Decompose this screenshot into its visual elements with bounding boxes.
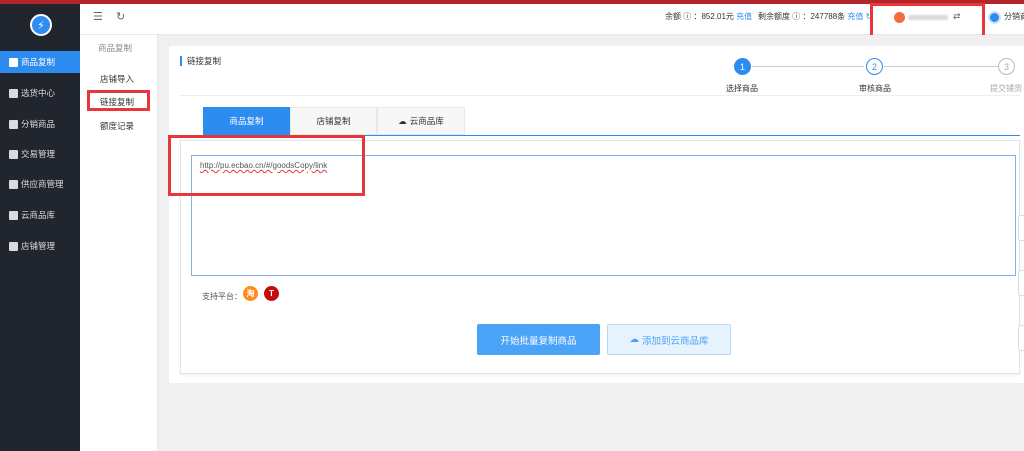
card-title: 链接复制 <box>180 56 221 66</box>
info-icon: ⓘ <box>792 12 801 21</box>
taobao-icon: 淘 <box>243 286 258 301</box>
side-fab[interactable] <box>1018 270 1024 296</box>
lightning-logo-icon[interactable]: ⚡ <box>30 14 52 36</box>
step-1-circle: 1 <box>734 58 751 75</box>
store-icon <box>9 241 18 251</box>
refresh-icon[interactable]: ↻ <box>116 10 125 23</box>
balance-label: 余额 <box>665 12 681 21</box>
supplier-icon <box>9 179 18 189</box>
tab-label: 店铺复制 <box>316 116 351 126</box>
sidebar-item-product-copy[interactable]: 商品复制 <box>0 51 80 73</box>
account-avatar-icon[interactable] <box>988 11 1001 24</box>
tab-cloud-library[interactable]: ☁ 云商品库 <box>377 107 465 135</box>
add-to-cloud-library-button[interactable]: ☁ 添加到云商品库 <box>607 324 731 355</box>
subnav <box>80 4 158 451</box>
step-2-circle: 2 <box>866 58 883 75</box>
start-batch-copy-button[interactable]: 开始批量复制商品 <box>477 324 600 355</box>
side-fab[interactable] <box>1018 325 1024 351</box>
balance-info: 余额 ⓘ ：852.01元 充值 <box>665 11 752 22</box>
quota-info: 剩余额度 ⓘ ：247788条 充值 ↻ <box>758 11 872 22</box>
sidebar-item-label: 交易管理 <box>21 149 56 159</box>
step-connector <box>884 66 1000 67</box>
step-2-label: 审核商品 <box>859 84 891 93</box>
subnav-item-quota-records[interactable]: 额度记录 <box>100 120 134 132</box>
tab-label: 云商品库 <box>409 116 444 126</box>
tab-label: 商品复制 <box>229 116 264 126</box>
side-fab[interactable] <box>1018 215 1024 241</box>
step-3-label: 提交铺货 <box>990 84 1022 93</box>
shop-icon <box>9 88 18 98</box>
tmall-icon: T <box>264 286 279 301</box>
bag-icon <box>9 119 18 129</box>
quota-label: 剩余额度 <box>758 12 790 21</box>
divider <box>180 95 1020 96</box>
cloud-upload-icon: ☁ <box>629 334 639 345</box>
sidebar-item-label: 选货中心 <box>21 88 56 98</box>
cloud-icon: ☁ <box>398 115 407 126</box>
recharge-link[interactable]: 充值 <box>736 12 752 21</box>
cloud-icon <box>9 210 18 220</box>
sidebar-item-distribution-products[interactable]: 分销商品 <box>0 113 80 135</box>
sidebar-item-supplier-management[interactable]: 供应商管理 <box>0 173 80 195</box>
sidebar-item-store-management[interactable]: 店铺管理 <box>0 235 80 257</box>
account-name[interactable]: 分销商 <box>1004 11 1024 22</box>
quota-value: ：247788条 <box>802 12 846 21</box>
button-label: 添加到云商品库 <box>641 335 709 347</box>
info-icon: ⓘ <box>683 12 692 21</box>
tab-store-copy[interactable]: 店铺复制 <box>290 107 377 135</box>
sidebar-item-label: 云商品库 <box>21 210 56 220</box>
order-icon <box>9 149 18 159</box>
sidebar-item-label: 商品复制 <box>21 57 56 67</box>
balance-value: ：852.01元 <box>693 12 734 21</box>
subnav-title: 商品复制 <box>98 43 133 53</box>
copy-icon <box>9 57 18 67</box>
highlight-box <box>168 135 365 196</box>
step-connector <box>752 66 864 67</box>
button-label: 开始批量复制商品 <box>500 335 577 347</box>
sidebar-item-label: 分销商品 <box>21 119 56 129</box>
step-1-label: 选择商品 <box>726 84 758 93</box>
sidebar-item-cloud-library[interactable]: 云商品库 <box>0 204 80 226</box>
tab-product-copy[interactable]: 商品复制 <box>203 107 290 135</box>
sidebar-item-label: 供应商管理 <box>21 179 64 189</box>
platform-label: 支持平台： <box>202 292 242 301</box>
highlight-box <box>87 90 150 111</box>
subnav-item-store-import[interactable]: 店铺导入 <box>100 73 134 85</box>
sidebar-item-label: 店铺管理 <box>21 241 56 251</box>
sidebar-item-selection-center[interactable]: 选货中心 <box>0 82 80 104</box>
step-3-circle: 3 <box>998 58 1015 75</box>
sidebar-item-trade-management[interactable]: 交易管理 <box>0 143 80 165</box>
collapse-menu-icon[interactable]: ☰ <box>93 10 103 23</box>
recharge-link[interactable]: 充值 <box>847 12 863 21</box>
